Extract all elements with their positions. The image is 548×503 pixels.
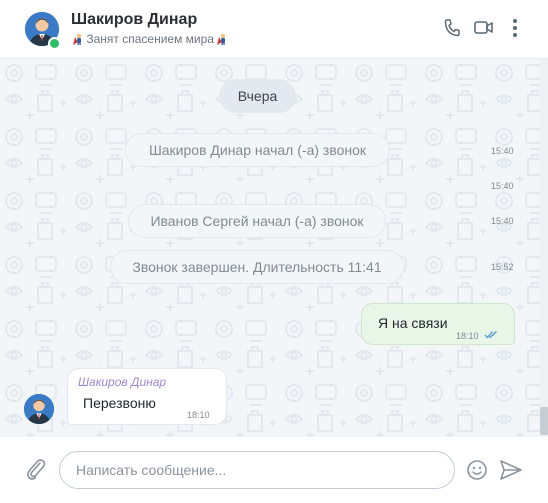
more-vertical-icon[interactable] (511, 18, 519, 38)
paperclip-icon[interactable] (25, 457, 47, 481)
phone-icon[interactable] (443, 18, 461, 38)
system-message: Звонок завершен. Длительность 11:41 (110, 250, 404, 284)
superhero-emoji-icon (217, 33, 226, 45)
emoji-icon[interactable] (466, 459, 488, 481)
superhero-emoji-icon (73, 33, 82, 45)
message-input[interactable] (59, 451, 455, 489)
incoming-message[interactable]: Шакиров Динар Перезвоню 18:10 (67, 368, 227, 425)
system-message: Иванов Сергей начал (-а) звонок (128, 204, 386, 238)
outgoing-message[interactable]: Я на связи 18:10 (361, 303, 515, 345)
send-icon[interactable] (499, 459, 523, 481)
message-time: 15:40 (491, 181, 514, 191)
date-divider: Вчера (219, 79, 296, 113)
double-check-icon (484, 331, 497, 339)
message-time: 15:40 (491, 216, 514, 226)
message-time: 15:52 (491, 262, 514, 272)
scrollbar-track[interactable] (540, 59, 548, 437)
video-camera-icon[interactable] (474, 20, 494, 36)
chat-header: Шакиров Динар Занят спасением мира (0, 0, 548, 59)
message-text: Я на связи (378, 315, 448, 331)
sender-avatar[interactable] (24, 394, 54, 424)
system-message: Шакиров Динар начал (-а) звонок (125, 133, 390, 167)
message-time: 18:10 (187, 410, 210, 420)
message-time: 18:10 (456, 331, 479, 341)
scrollbar-thumb[interactable] (540, 407, 548, 435)
contact-name: Шакиров Динар (71, 11, 198, 28)
contact-status: Занят спасением мира (73, 32, 227, 46)
message-time: 15:40 (491, 146, 514, 156)
message-text: Перезвоню (83, 395, 156, 411)
sender-name: Шакиров Динар (78, 375, 167, 389)
status-text: Занят спасением мира (86, 32, 214, 46)
online-indicator (48, 37, 61, 50)
message-list[interactable]: Вчера Шакиров Динар начал (-а) звонок 15… (0, 59, 548, 437)
